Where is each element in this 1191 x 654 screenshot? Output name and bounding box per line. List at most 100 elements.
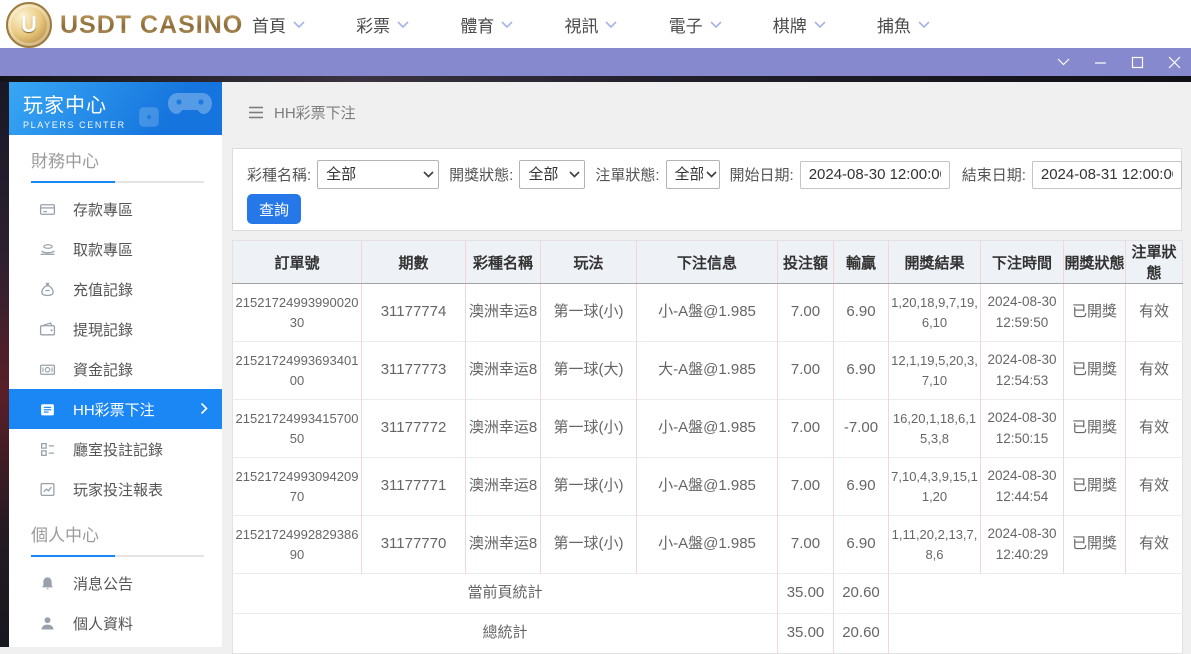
sidebar-item-banknote[interactable]: 資金記錄 bbox=[9, 349, 222, 389]
gamepad-icon bbox=[166, 88, 214, 118]
summary-bet-total: 35.00 bbox=[778, 574, 834, 614]
col-header-play: 玩法 bbox=[541, 241, 637, 284]
table-row: 215217249934157005031177772澳洲幸运8第一球(小)小-… bbox=[233, 400, 1183, 458]
banknote-icon bbox=[39, 361, 56, 378]
cell-lottery-name: 澳洲幸运8 bbox=[466, 400, 541, 458]
sidebar-item-money-bag[interactable]: 充值記錄 bbox=[9, 269, 222, 309]
sidebar-item-hand-coin[interactable]: 取款專區 bbox=[9, 229, 222, 269]
chevron-down-icon bbox=[397, 21, 409, 28]
summary-empty-cell bbox=[889, 614, 1183, 654]
sidebar-item-label: 廳室投註記錄 bbox=[73, 439, 163, 460]
nav-item-7[interactable]: 捕魚 bbox=[877, 12, 930, 37]
maximize-icon[interactable] bbox=[1130, 55, 1144, 69]
table-row: 215217249936934010031177773澳洲幸运8第一球(大)大-… bbox=[233, 342, 1183, 400]
chevron-down-icon bbox=[293, 21, 305, 28]
hamburger-menu-icon[interactable] bbox=[248, 106, 264, 119]
cell-play: 第一球(小) bbox=[541, 458, 637, 516]
brand-logo[interactable]: U USDT CASINO bbox=[6, 2, 243, 48]
nav-item-label: 體育 bbox=[460, 12, 494, 37]
sidebar-sections: 財務中心存款專區取款專區充值記錄提現記錄資金記錄HH彩票下注廳室投註記錄玩家投注… bbox=[9, 147, 222, 643]
chevron-down-icon[interactable] bbox=[1056, 55, 1070, 69]
cell-bet-info: 小-A盤@1.985 bbox=[637, 458, 778, 516]
cell-win-loss: 6.90 bbox=[834, 342, 889, 400]
cell-draw-result: 16,20,1,18,6,15,3,8 bbox=[889, 400, 981, 458]
cell-draw-status: 已開獎 bbox=[1064, 516, 1126, 574]
sidebar-item-user[interactable]: 個人資料 bbox=[9, 603, 222, 643]
sidebar-item-doc-list[interactable]: HH彩票下注 bbox=[9, 389, 222, 429]
close-icon[interactable] bbox=[1167, 55, 1181, 69]
nav-item-1[interactable]: 首頁 bbox=[252, 12, 305, 37]
cell-bet-amount: 7.00 bbox=[778, 342, 834, 400]
lottery-name-select[interactable]: 全部 bbox=[317, 160, 439, 189]
background-image-edge bbox=[0, 82, 9, 647]
summary-bet-total: 35.00 bbox=[778, 614, 834, 654]
cell-lottery-name: 澳洲幸运8 bbox=[466, 458, 541, 516]
nav-item-label: 電子 bbox=[669, 12, 703, 37]
col-header-draw-status: 開獎狀態 bbox=[1064, 241, 1126, 284]
summary-label: 當前頁統計 bbox=[233, 574, 778, 614]
chevron-right-icon bbox=[200, 402, 208, 415]
sidebar-item-label: 個人資料 bbox=[73, 613, 133, 634]
cell-lottery-name: 澳洲幸运8 bbox=[466, 516, 541, 574]
page-title: HH彩票下注 bbox=[274, 102, 356, 123]
col-header-bet-info: 下注信息 bbox=[637, 241, 778, 284]
page-summary-row: 當前頁統計35.0020.60 bbox=[233, 574, 1183, 614]
col-header-bet-amount: 投注額 bbox=[778, 241, 834, 284]
end-date-label: 結束日期: bbox=[962, 164, 1026, 185]
total-summary-row: 總統計35.0020.60 bbox=[233, 614, 1183, 654]
nav-item-3[interactable]: 體育 bbox=[460, 12, 513, 37]
nav-item-2[interactable]: 彩票 bbox=[356, 12, 409, 37]
minimize-icon[interactable] bbox=[1093, 55, 1107, 69]
draw-status-label: 開獎狀態: bbox=[449, 164, 513, 185]
summary-win-loss-total: 20.60 bbox=[834, 614, 889, 654]
cell-lottery-name: 澳洲幸运8 bbox=[466, 284, 541, 342]
sidebar-item-label: 消息公告 bbox=[73, 573, 133, 594]
nav-item-6[interactable]: 棋牌 bbox=[773, 12, 826, 37]
cell-order-status: 有效 bbox=[1126, 342, 1183, 400]
report-chart-icon bbox=[39, 481, 56, 498]
end-date-input[interactable] bbox=[1032, 161, 1182, 189]
start-date-input[interactable] bbox=[800, 161, 950, 189]
players-center-banner: 玩家中心 PLAYERS CENTER bbox=[9, 82, 222, 135]
cell-bet-time: 2024-08-3012:44:54 bbox=[981, 458, 1064, 516]
sidebar-item-bell[interactable]: 消息公告 bbox=[9, 563, 222, 603]
cell-bet-time: 2024-08-3012:50:15 bbox=[981, 400, 1064, 458]
cell-draw-status: 已開獎 bbox=[1064, 458, 1126, 516]
cell-order-status: 有效 bbox=[1126, 284, 1183, 342]
table-row: 215217249928293869031177770澳洲幸运8第一球(小)小-… bbox=[233, 516, 1183, 574]
cell-bet-amount: 7.00 bbox=[778, 400, 834, 458]
col-header-win-loss: 輸贏 bbox=[834, 241, 889, 284]
cell-bet-amount: 7.00 bbox=[778, 458, 834, 516]
sidebar: 玩家中心 PLAYERS CENTER 財務中心存款專區取款專區充值記錄提現記錄… bbox=[9, 82, 222, 647]
cell-issue: 31177774 bbox=[362, 284, 466, 342]
bell-icon bbox=[39, 575, 56, 592]
sidebar-item-label: 資金記錄 bbox=[73, 359, 133, 380]
cell-bet-info: 小-A盤@1.985 bbox=[637, 516, 778, 574]
cell-bet-info: 小-A盤@1.985 bbox=[637, 284, 778, 342]
draw-status-select[interactable]: 全部 bbox=[519, 160, 585, 189]
chevron-down-icon bbox=[814, 21, 826, 28]
sidebar-item-clipboard-list[interactable]: 廳室投註記錄 bbox=[9, 429, 222, 469]
col-header-bet-time: 下注時間 bbox=[981, 241, 1064, 284]
cell-win-loss: 6.90 bbox=[834, 516, 889, 574]
nav-item-5[interactable]: 電子 bbox=[669, 12, 722, 37]
chevron-down-icon bbox=[710, 21, 722, 28]
cell-issue: 31177771 bbox=[362, 458, 466, 516]
sidebar-item-bank-card[interactable]: 存款專區 bbox=[9, 189, 222, 229]
section-underline bbox=[31, 181, 204, 183]
window-controls bbox=[1056, 48, 1181, 76]
cell-issue: 31177773 bbox=[362, 342, 466, 400]
cell-draw-status: 已開獎 bbox=[1064, 342, 1126, 400]
sidebar-item-report-chart[interactable]: 玩家投注報表 bbox=[9, 469, 222, 509]
cell-issue: 31177770 bbox=[362, 516, 466, 574]
nav-item-4[interactable]: 視訊 bbox=[564, 12, 617, 37]
table-row: 215217249939900203031177774澳洲幸运8第一球(小)小-… bbox=[233, 284, 1183, 342]
top-navigation: U USDT CASINO 首頁 彩票 體育 視訊 電子 棋牌 捕魚 bbox=[0, 0, 1191, 48]
order-status-select[interactable]: 全部 bbox=[666, 160, 720, 189]
cell-order-status: 有效 bbox=[1126, 400, 1183, 458]
search-button[interactable]: 查詢 bbox=[247, 194, 301, 224]
cell-play: 第一球(小) bbox=[541, 516, 637, 574]
sidebar-item-wallet[interactable]: 提現記錄 bbox=[9, 309, 222, 349]
cell-draw-result: 1,20,18,9,7,19,6,10 bbox=[889, 284, 981, 342]
dice-icon bbox=[136, 104, 162, 130]
